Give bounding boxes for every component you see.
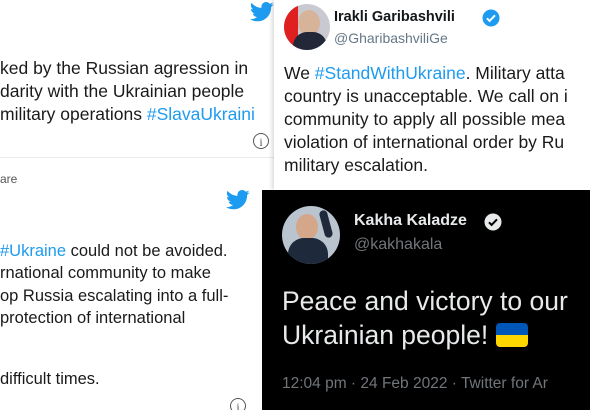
- tweet-text-line: Peace and victory to our: [282, 286, 568, 316]
- tweet-timestamp[interactable]: 12:04 pm · 24 Feb 2022 · Twitter for Ar: [282, 375, 548, 393]
- tweet-text-line: rnational community to make: [0, 264, 211, 282]
- tweet-text-line: military operations #SlavaUkraini: [0, 104, 255, 125]
- tweet-card-bottom-right: Kakha Kaladze @kakhakala Peace and victo…: [262, 190, 590, 410]
- tweet-card-bottom-left: #Ukraine could not be avoided. rnational…: [0, 188, 262, 410]
- suit-shape: [288, 238, 328, 264]
- hashtag-link[interactable]: #Ukraine: [0, 242, 66, 260]
- display-name[interactable]: Irakli Garibashvili: [334, 9, 455, 25]
- tweet-text-line: violation of international order by Ru: [284, 132, 565, 152]
- share-label[interactable]: are: [0, 172, 17, 186]
- flag-blue-band: [495, 323, 528, 335]
- tweet-text-fragment: could not be avoided.: [66, 242, 228, 260]
- tweet-card-top-right: Irakli Garibashvili @GharibashviliGe We …: [274, 0, 590, 190]
- flag-yellow-band: [495, 335, 528, 347]
- suit-shape: [293, 32, 327, 50]
- raised-arm-shape: [318, 209, 334, 239]
- info-icon[interactable]: i: [230, 398, 246, 410]
- tweet-text-fragment: . Military atta: [465, 63, 565, 83]
- tweet-text-line: country is unacceptable. We call on i: [284, 86, 568, 106]
- display-name[interactable]: Kakha Kaladze: [354, 212, 467, 230]
- tweet-text-fragment: Ukrainian people!: [282, 320, 496, 350]
- tweet-text-line: military escalation.: [284, 155, 428, 175]
- user-handle[interactable]: @GharibashviliGe: [334, 30, 448, 46]
- avatar[interactable]: [282, 206, 340, 264]
- tweet-text-line: difficult times.: [0, 370, 100, 388]
- tweet-text-line: #Ukraine could not be avoided.: [0, 242, 228, 261]
- verified-badge-icon: [482, 9, 500, 27]
- tweet-text-line: ked by the Russian agression in: [0, 58, 249, 78]
- twitter-bird-icon[interactable]: [226, 190, 250, 210]
- tweet-text-line: Ukrainian people!: [282, 320, 528, 351]
- hashtag-link[interactable]: #StandWithUkraine: [315, 63, 466, 83]
- twitter-bird-icon[interactable]: [250, 2, 274, 22]
- tweet-text-line: protection of international: [0, 309, 186, 327]
- tweet-text-line: op Russia escalating into a full-: [0, 287, 229, 305]
- divider: [0, 157, 274, 158]
- info-icon[interactable]: i: [253, 133, 269, 149]
- tweet-text-fragment: We: [284, 63, 315, 83]
- tweet-text-line: darity with the Ukrainian people: [0, 81, 245, 101]
- tweet-card-top-left: ked by the Russian agression in darity w…: [0, 0, 274, 188]
- avatar[interactable]: [284, 4, 330, 50]
- user-handle[interactable]: @kakhakala: [354, 236, 442, 254]
- tweet-text-line: community to apply all possible mea: [284, 109, 566, 129]
- verified-badge-icon: [484, 213, 502, 231]
- ukraine-flag-icon: [495, 323, 528, 347]
- face-shape: [296, 214, 318, 240]
- tweet-text-fragment: military operations: [0, 104, 147, 124]
- hashtag-link[interactable]: #SlavaUkraini: [147, 104, 255, 124]
- tweet-text-line: We #StandWithUkraine. Military atta: [284, 63, 565, 84]
